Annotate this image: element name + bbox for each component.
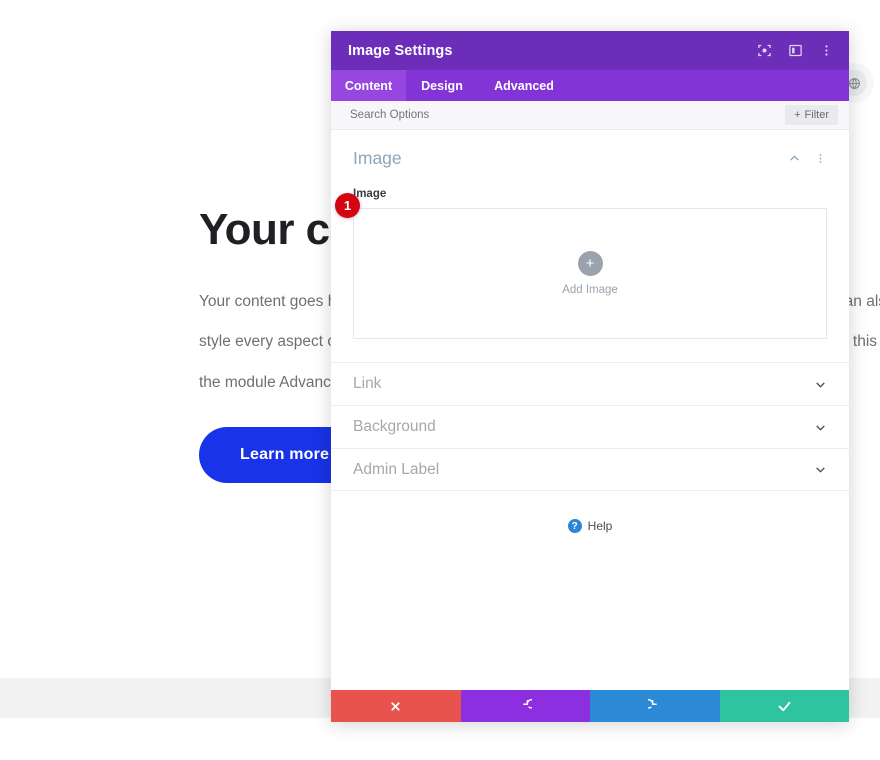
tab-design[interactable]: Design	[406, 70, 478, 101]
section-image-header[interactable]: Image	[353, 148, 827, 179]
section-admin-label-title: Admin Label	[353, 460, 440, 478]
section-link-title: Link	[353, 375, 382, 392]
step-badge-1: 1	[335, 193, 360, 218]
modal-title: Image Settings	[348, 42, 453, 59]
tab-content[interactable]: Content	[331, 70, 406, 101]
add-image-label: Add Image	[562, 284, 618, 296]
save-button[interactable]	[719, 690, 849, 722]
section-image: Image Image + Add Image	[331, 130, 849, 339]
more-vertical-icon[interactable]	[814, 152, 827, 165]
section-background-title: Background	[353, 418, 436, 435]
close-button[interactable]	[331, 690, 461, 722]
redo-icon	[647, 699, 657, 709]
panel-layout-icon[interactable]	[786, 42, 804, 60]
check-icon	[778, 701, 791, 711]
image-field-label: Image	[353, 188, 387, 200]
filter-button[interactable]: + Filter	[785, 105, 838, 125]
modal-body: Image Image + Add Image Link Background …	[331, 130, 849, 690]
chevron-down-icon[interactable]	[814, 421, 827, 434]
question-mark-icon: ?	[567, 519, 582, 533]
section-image-title: Image	[353, 148, 402, 168]
section-admin-label[interactable]: Admin Label	[331, 448, 849, 491]
image-upload-dropzone[interactable]: + Add Image	[353, 208, 827, 339]
modal-header-actions	[755, 42, 835, 60]
undo-button[interactable]	[460, 690, 590, 722]
plus-icon: +	[577, 251, 603, 276]
section-link[interactable]: Link	[331, 362, 849, 405]
screen-root: Your call to action Your content goes he…	[0, 0, 880, 760]
chevron-down-icon[interactable]	[814, 463, 827, 476]
image-settings-modal: Image Settings Content Design Advanced S…	[331, 31, 849, 722]
chevron-up-icon[interactable]	[788, 152, 801, 165]
filter-button-label: Filter	[804, 109, 829, 121]
undo-icon	[523, 699, 533, 709]
more-vertical-icon[interactable]	[817, 42, 835, 60]
modal-action-bar	[331, 690, 849, 722]
modal-header: Image Settings	[331, 31, 849, 70]
chevron-down-icon[interactable]	[814, 378, 827, 391]
search-input[interactable]	[350, 109, 786, 121]
help-link[interactable]: ? Help	[331, 519, 849, 533]
focus-target-icon[interactable]	[755, 42, 773, 60]
section-image-controls	[788, 152, 827, 165]
tab-advanced[interactable]: Advanced	[478, 70, 570, 101]
redo-button[interactable]	[590, 690, 720, 722]
search-options-bar: + Filter	[331, 101, 849, 130]
plus-icon: +	[794, 108, 801, 121]
section-background[interactable]: Background	[331, 405, 849, 448]
collapsed-sections: Link Background Admin Label	[331, 362, 849, 491]
modal-tab-bar: Content Design Advanced	[331, 70, 849, 101]
help-label: Help	[587, 519, 613, 533]
x-icon	[391, 701, 400, 711]
